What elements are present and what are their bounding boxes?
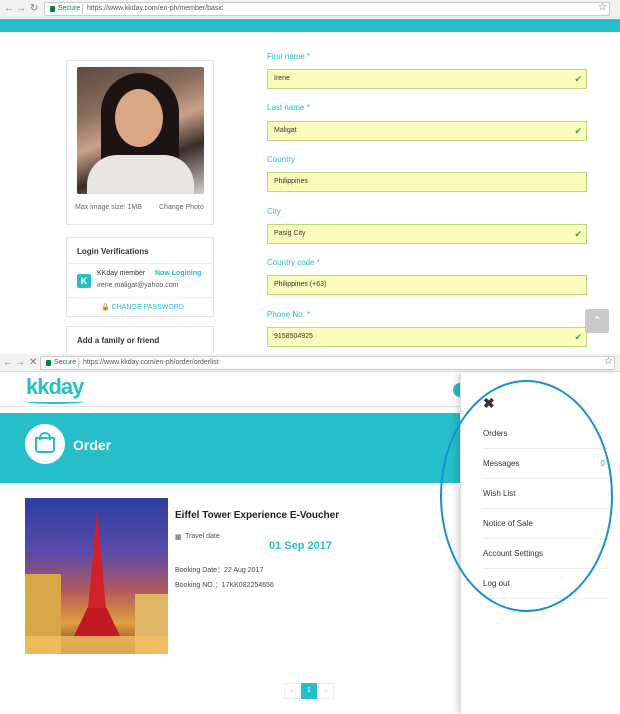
order-item-title[interactable]: Eiffel Tower Experience E-Voucher xyxy=(175,510,339,521)
page-number: 1 xyxy=(307,687,311,694)
check-icon: ✔ xyxy=(574,332,582,342)
order-banner: Order xyxy=(0,413,460,483)
first-name-value: Irene xyxy=(274,75,290,82)
url-text: https://www.kkday.com/en-ph/order/orderl… xyxy=(83,359,219,366)
check-icon: ✔ xyxy=(574,126,582,136)
prev-page-button[interactable]: ‹ xyxy=(284,683,300,699)
phone-label: Phone No. * xyxy=(267,310,311,319)
kkday-k-icon: K xyxy=(77,274,91,288)
country-code-select[interactable]: Philippines (+63) xyxy=(267,275,587,295)
forward-icon[interactable]: → xyxy=(15,357,25,369)
bookmark-star-icon[interactable]: ☆ xyxy=(598,2,607,13)
country-field[interactable]: Philippines xyxy=(267,172,587,192)
change-password-label: CHANGE PASSWORD xyxy=(111,304,184,311)
city-field[interactable]: Pasig City ✔ xyxy=(267,224,587,244)
scroll-to-top-button[interactable]: ⌃ xyxy=(585,309,609,333)
url-text: https://www.kkday.com/en-ph/member/basic xyxy=(87,5,224,12)
profile-photo-card: Max image size: 1MB Change Photo xyxy=(66,60,214,225)
check-icon: ✔ xyxy=(574,229,582,239)
login-verifications-card: Login Verifications K KKday member Now L… xyxy=(66,237,214,317)
bag-icon xyxy=(25,424,65,464)
lock-icon xyxy=(50,6,55,12)
phone-value: 9158504925 xyxy=(274,333,313,340)
annotation-ellipse xyxy=(440,380,613,612)
travel-date-value: 01 Sep 2017 xyxy=(269,540,332,552)
browser-toolbar-bottom: ← → ✕ Secure https://www.kkday.com/en-ph… xyxy=(0,354,620,372)
booking-date: Booking Date：22 Aug 2017 xyxy=(175,567,264,574)
address-bar[interactable]: Secure https://www.kkday.com/en-ph/membe… xyxy=(44,2,610,16)
change-password-link[interactable]: 🔒 CHANGE PASSWORD xyxy=(101,303,184,311)
secure-label: Secure xyxy=(54,359,77,366)
secure-label: Secure xyxy=(58,5,81,12)
add-family-card: Add a family or friend xyxy=(66,326,214,354)
logo-smile xyxy=(26,399,84,404)
city-label: City xyxy=(267,207,281,216)
country-code-label: Country code * xyxy=(267,258,320,267)
last-name-value: Maligat xyxy=(274,127,297,134)
stop-icon[interactable]: ✕ xyxy=(29,357,37,369)
booking-number: Booking NO.：17KK082254656 xyxy=(175,582,274,589)
change-photo-link[interactable]: Change Photo xyxy=(159,204,204,211)
first-name-label: First name * xyxy=(267,52,311,61)
address-bar[interactable]: Secure https://www.kkday.com/en-ph/order… xyxy=(40,356,615,370)
next-page-button[interactable]: › xyxy=(318,683,334,699)
calendar-icon: ▦ xyxy=(175,534,182,541)
back-icon[interactable]: ← xyxy=(3,357,13,369)
country-code-value: Philippines (+63) xyxy=(274,281,327,288)
login-verifications-title: Login Verifications xyxy=(77,247,149,256)
browser-toolbar-top: ← → ↻ Secure https://www.kkday.com/en-ph… xyxy=(0,0,620,18)
last-name-field[interactable]: Maligat ✔ xyxy=(267,121,587,141)
bookmark-star-icon[interactable]: ☆ xyxy=(604,356,613,367)
add-family-title[interactable]: Add a family or friend xyxy=(77,336,159,345)
login-status: Now Logining xyxy=(155,270,202,277)
last-name-label: Last name * xyxy=(267,103,310,112)
order-title: Order xyxy=(73,437,112,453)
country-value: Philippines xyxy=(274,178,308,185)
first-name-field[interactable]: Irene ✔ xyxy=(267,69,587,89)
profile-photo xyxy=(77,67,204,194)
kkday-logo[interactable]: kkday xyxy=(26,374,84,400)
logo-text: kkday xyxy=(26,374,84,399)
back-icon[interactable]: ← xyxy=(4,3,14,15)
email-text: irene.maligat@yahoo.com xyxy=(97,282,179,289)
country-label: Country xyxy=(267,155,296,164)
eiffel-tower-image[interactable] xyxy=(25,498,168,654)
page-1-button[interactable]: 1 xyxy=(301,683,317,699)
max-image-size-text: Max image size: 1MB xyxy=(75,204,142,211)
site-header-bar xyxy=(0,19,620,32)
phone-field[interactable]: 9158504925 ✔ xyxy=(267,327,587,347)
reload-icon[interactable]: ↻ xyxy=(30,3,38,15)
forward-icon[interactable]: → xyxy=(16,3,26,15)
lock-icon xyxy=(46,360,51,366)
kkday-member-label: KKday member xyxy=(97,270,146,277)
travel-date-label: Travel date xyxy=(185,533,220,540)
city-value: Pasig City xyxy=(274,230,306,237)
check-icon: ✔ xyxy=(574,74,582,84)
